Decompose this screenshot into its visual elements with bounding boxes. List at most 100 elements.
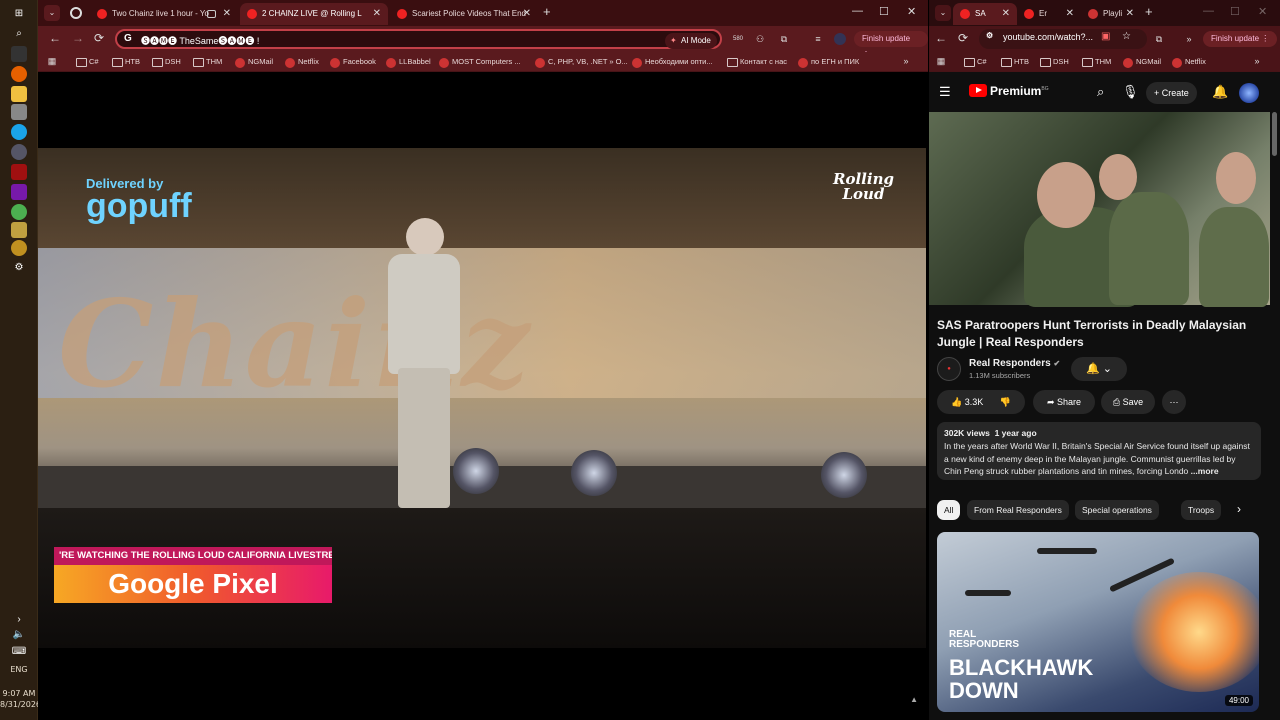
reading-list-icon[interactable]: ≡: [812, 33, 824, 45]
hamburger-menu-icon[interactable]: ☰: [939, 84, 951, 100]
cast-icon[interactable]: ▣: [1101, 31, 1110, 42]
finish-update-button[interactable]: Finish update ⋮: [854, 31, 928, 59]
minimize-button[interactable]: —: [1203, 5, 1214, 17]
thumbs-down-icon[interactable]: 👎: [1000, 397, 1011, 407]
puzzle-extensions-icon[interactable]: ⧉: [778, 33, 790, 45]
bookmark-egn-pik[interactable]: по ЕГН и ПИК: [798, 55, 859, 69]
file-explorer-icon[interactable]: [11, 86, 27, 102]
chrome-active-icon[interactable]: [11, 240, 27, 256]
search-icon[interactable]: ⌕: [1097, 84, 1104, 100]
bookmarks-overflow-icon[interactable]: »: [900, 55, 912, 67]
maximize-button[interactable]: ☐: [879, 5, 889, 18]
tab-2-chainz-rolling-loud[interactable]: 2 CHAINZ LIVE @ Rolling L ✕: [240, 3, 388, 25]
create-button[interactable]: + Create: [1146, 82, 1197, 104]
app-icon[interactable]: [11, 144, 27, 160]
volume-icon[interactable]: 🔈: [11, 627, 27, 643]
channel-name[interactable]: Real Responders ✔: [969, 358, 1060, 369]
bookmark-ntv[interactable]: НТВ: [112, 55, 140, 69]
tab-scariest-police-videos[interactable]: Scariest Police Videos That End ✕: [390, 3, 538, 25]
tab-playlist[interactable]: Playli ✕: [1081, 3, 1141, 25]
bookmark-llbabbel[interactable]: LLBabbel: [386, 55, 431, 69]
bookmark-dsh[interactable]: DSH: [1040, 55, 1069, 69]
close-icon[interactable]: ✕: [523, 3, 531, 25]
start-icon[interactable]: ⊞: [11, 6, 27, 22]
bookmark-netflix[interactable]: Netflix: [1172, 55, 1206, 69]
close-icon[interactable]: ✕: [1066, 3, 1074, 25]
microphone-icon[interactable]: 🎙: [1122, 84, 1139, 100]
extension-icon[interactable]: ⚇: [754, 33, 766, 45]
chevron-right-icon[interactable]: ›: [11, 612, 27, 628]
close-icon[interactable]: ✕: [1002, 3, 1010, 25]
more-actions-button[interactable]: ⋯: [1162, 390, 1186, 414]
show-more-link[interactable]: ...more: [1191, 466, 1219, 476]
close-window-button[interactable]: ✕: [1258, 5, 1267, 18]
address-bar[interactable]: G 🅢🅐🅜🅔 TheSame🅢🅐🅜🅔 ! AI Mode: [115, 29, 722, 49]
minimize-button[interactable]: —: [852, 5, 863, 17]
record-icon[interactable]: [70, 7, 82, 19]
apps-grid-icon[interactable]: ▦: [935, 55, 947, 67]
task-view-icon[interactable]: [11, 46, 27, 62]
search-icon[interactable]: ⌕: [11, 26, 27, 42]
overflow-icon[interactable]: »: [1183, 33, 1195, 45]
language-indicator[interactable]: ENG: [0, 665, 38, 674]
back-button[interactable]: ←: [935, 31, 947, 45]
clock-time[interactable]: 9:07 AM: [0, 689, 38, 698]
close-icon[interactable]: ✕: [1126, 3, 1134, 25]
chrome-icon[interactable]: [11, 204, 27, 220]
description-box[interactable]: 302K views 1 year ago In the years after…: [937, 422, 1261, 480]
bookmark-dsh[interactable]: DSH: [152, 55, 181, 69]
bookmark-star-icon[interactable]: ☆: [1122, 31, 1131, 42]
firefox-icon[interactable]: [11, 66, 27, 82]
chip-troops[interactable]: Troops: [1181, 500, 1222, 520]
address-text[interactable]: 🅢🅐🅜🅔 TheSame🅢🅐🅜🅔 !: [141, 34, 259, 47]
settings-icon[interactable]: ⚙: [11, 260, 27, 276]
chip-special-operations[interactable]: Special operations: [1075, 500, 1159, 520]
bookmark-neobhodimi[interactable]: Необходими опти...: [632, 55, 713, 69]
video-player-thumbnail[interactable]: [929, 112, 1270, 307]
bookmark-thm[interactable]: THM: [1082, 55, 1111, 69]
subscribed-bell-button[interactable]: 🔔 ⌄: [1071, 357, 1127, 381]
bookmark-csharp[interactable]: C#: [964, 55, 987, 69]
finish-update-button[interactable]: Finish update ⋮: [1203, 31, 1278, 47]
channel-avatar[interactable]: ●: [937, 357, 961, 381]
notifications-bell-icon[interactable]: 🔔: [1212, 84, 1228, 100]
bookmark-kontakt[interactable]: Контакт с нас: [727, 55, 787, 69]
bookmark-most-computers[interactable]: MOST Computers ...: [439, 55, 521, 69]
account-avatar[interactable]: [1239, 83, 1259, 103]
forward-button[interactable]: →: [72, 31, 84, 45]
tab-er[interactable]: Er ✕: [1017, 3, 1081, 25]
chevron-right-icon[interactable]: ›: [1237, 502, 1241, 516]
chip-all[interactable]: All: [937, 500, 961, 520]
onenote-icon[interactable]: [11, 184, 27, 200]
thumbs-up-icon[interactable]: 👍: [951, 397, 962, 407]
tab-two-chainz-live[interactable]: Two Chainz live 1 hour - Yo ✕: [90, 3, 238, 25]
bookmark-netflix[interactable]: Netflix: [285, 55, 319, 69]
app-icon[interactable]: [11, 104, 27, 120]
address-bar[interactable]: ⚙ youtube.com/watch?... ▣ ☆: [979, 29, 1147, 49]
recommended-video-thumbnail[interactable]: REAL RESPONDERS BLACKHAWK DOWN 49:00: [937, 532, 1259, 712]
tab-sas[interactable]: SA ✕: [953, 3, 1017, 25]
keyboard-icon[interactable]: ⌨: [11, 644, 27, 660]
close-window-button[interactable]: ✕: [907, 5, 916, 18]
edge-icon[interactable]: [11, 124, 27, 140]
clock-date[interactable]: 8/31/2026: [0, 700, 41, 709]
bookmark-c-php-vb-net[interactable]: C, PHP, VB, .NET » O...: [535, 55, 628, 69]
chip-from-real-responders[interactable]: From Real Responders: [967, 500, 1069, 520]
bookmarks-overflow-icon[interactable]: »: [1251, 55, 1263, 67]
like-dislike-button[interactable]: 👍 3.3K 👎: [937, 390, 1025, 414]
close-icon[interactable]: ✕: [373, 3, 381, 25]
profile-avatar-icon[interactable]: [834, 33, 846, 45]
new-tab-button[interactable]: +: [543, 4, 551, 19]
bookmark-thm[interactable]: THM: [193, 55, 222, 69]
tab-search-button[interactable]: ⌄: [44, 5, 60, 21]
bookmark-ngmail[interactable]: NGMail: [1123, 55, 1161, 69]
tab-search-button[interactable]: ⌄: [935, 5, 951, 21]
extension-badge[interactable]: 580: [732, 33, 744, 45]
app-icon[interactable]: [11, 222, 27, 238]
maximize-button[interactable]: ☐: [1230, 5, 1240, 18]
youtube-premium-logo[interactable]: PremiumBG: [969, 84, 1049, 98]
apps-grid-icon[interactable]: ▦: [46, 55, 58, 67]
reload-button[interactable]: ⟳: [94, 31, 104, 45]
reload-button[interactable]: ⟳: [958, 31, 968, 45]
puzzle-extensions-icon[interactable]: ⧉: [1153, 33, 1165, 45]
